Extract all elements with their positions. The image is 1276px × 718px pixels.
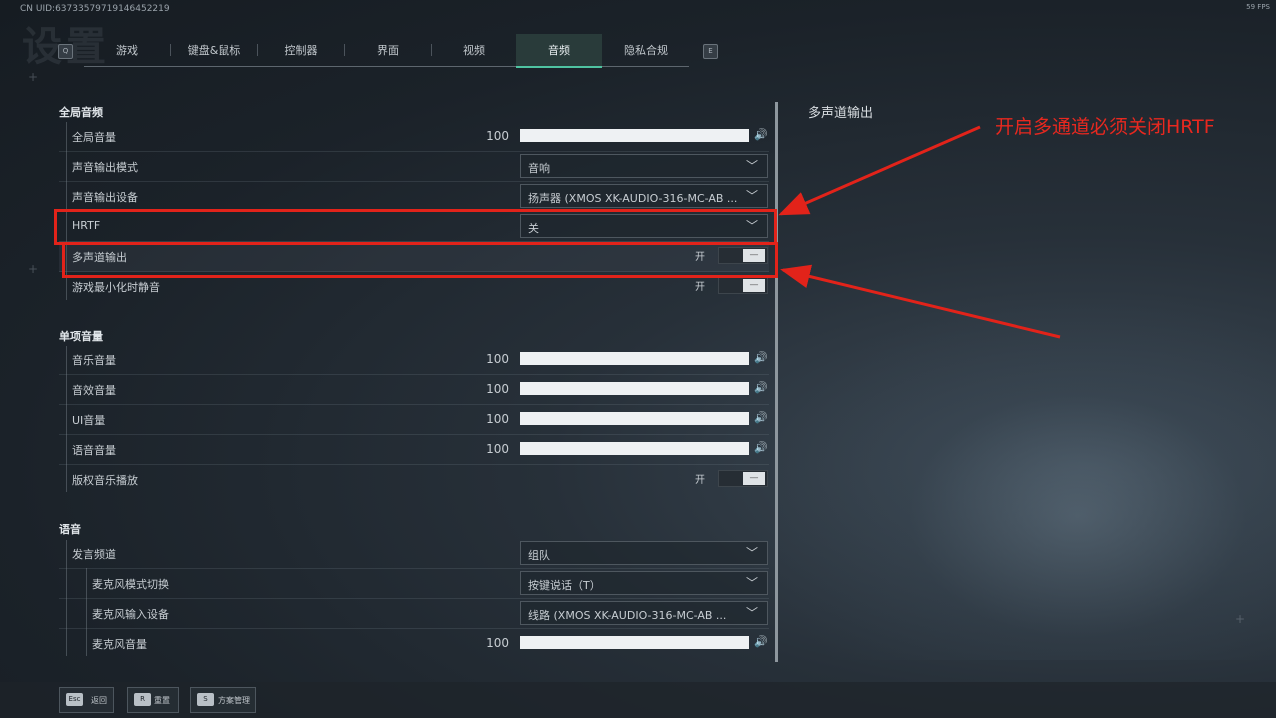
- annotation-arrow-upper: [778, 125, 981, 216]
- r-key-icon: R: [134, 693, 151, 706]
- s-key-icon: S: [197, 693, 214, 706]
- reset-button[interactable]: R 重置: [127, 687, 179, 713]
- scheme-manage-button[interactable]: S 方案管理: [190, 687, 256, 713]
- back-button-label: 返回: [91, 696, 107, 705]
- esc-key-icon: Esc: [66, 693, 83, 706]
- reset-button-label: 重置: [154, 696, 170, 705]
- scheme-manage-label: 方案管理: [218, 696, 250, 705]
- annotation-arrows: [778, 125, 1061, 339]
- annotation-arrow-lower: [780, 264, 1061, 339]
- back-button[interactable]: Esc 返回: [59, 687, 114, 713]
